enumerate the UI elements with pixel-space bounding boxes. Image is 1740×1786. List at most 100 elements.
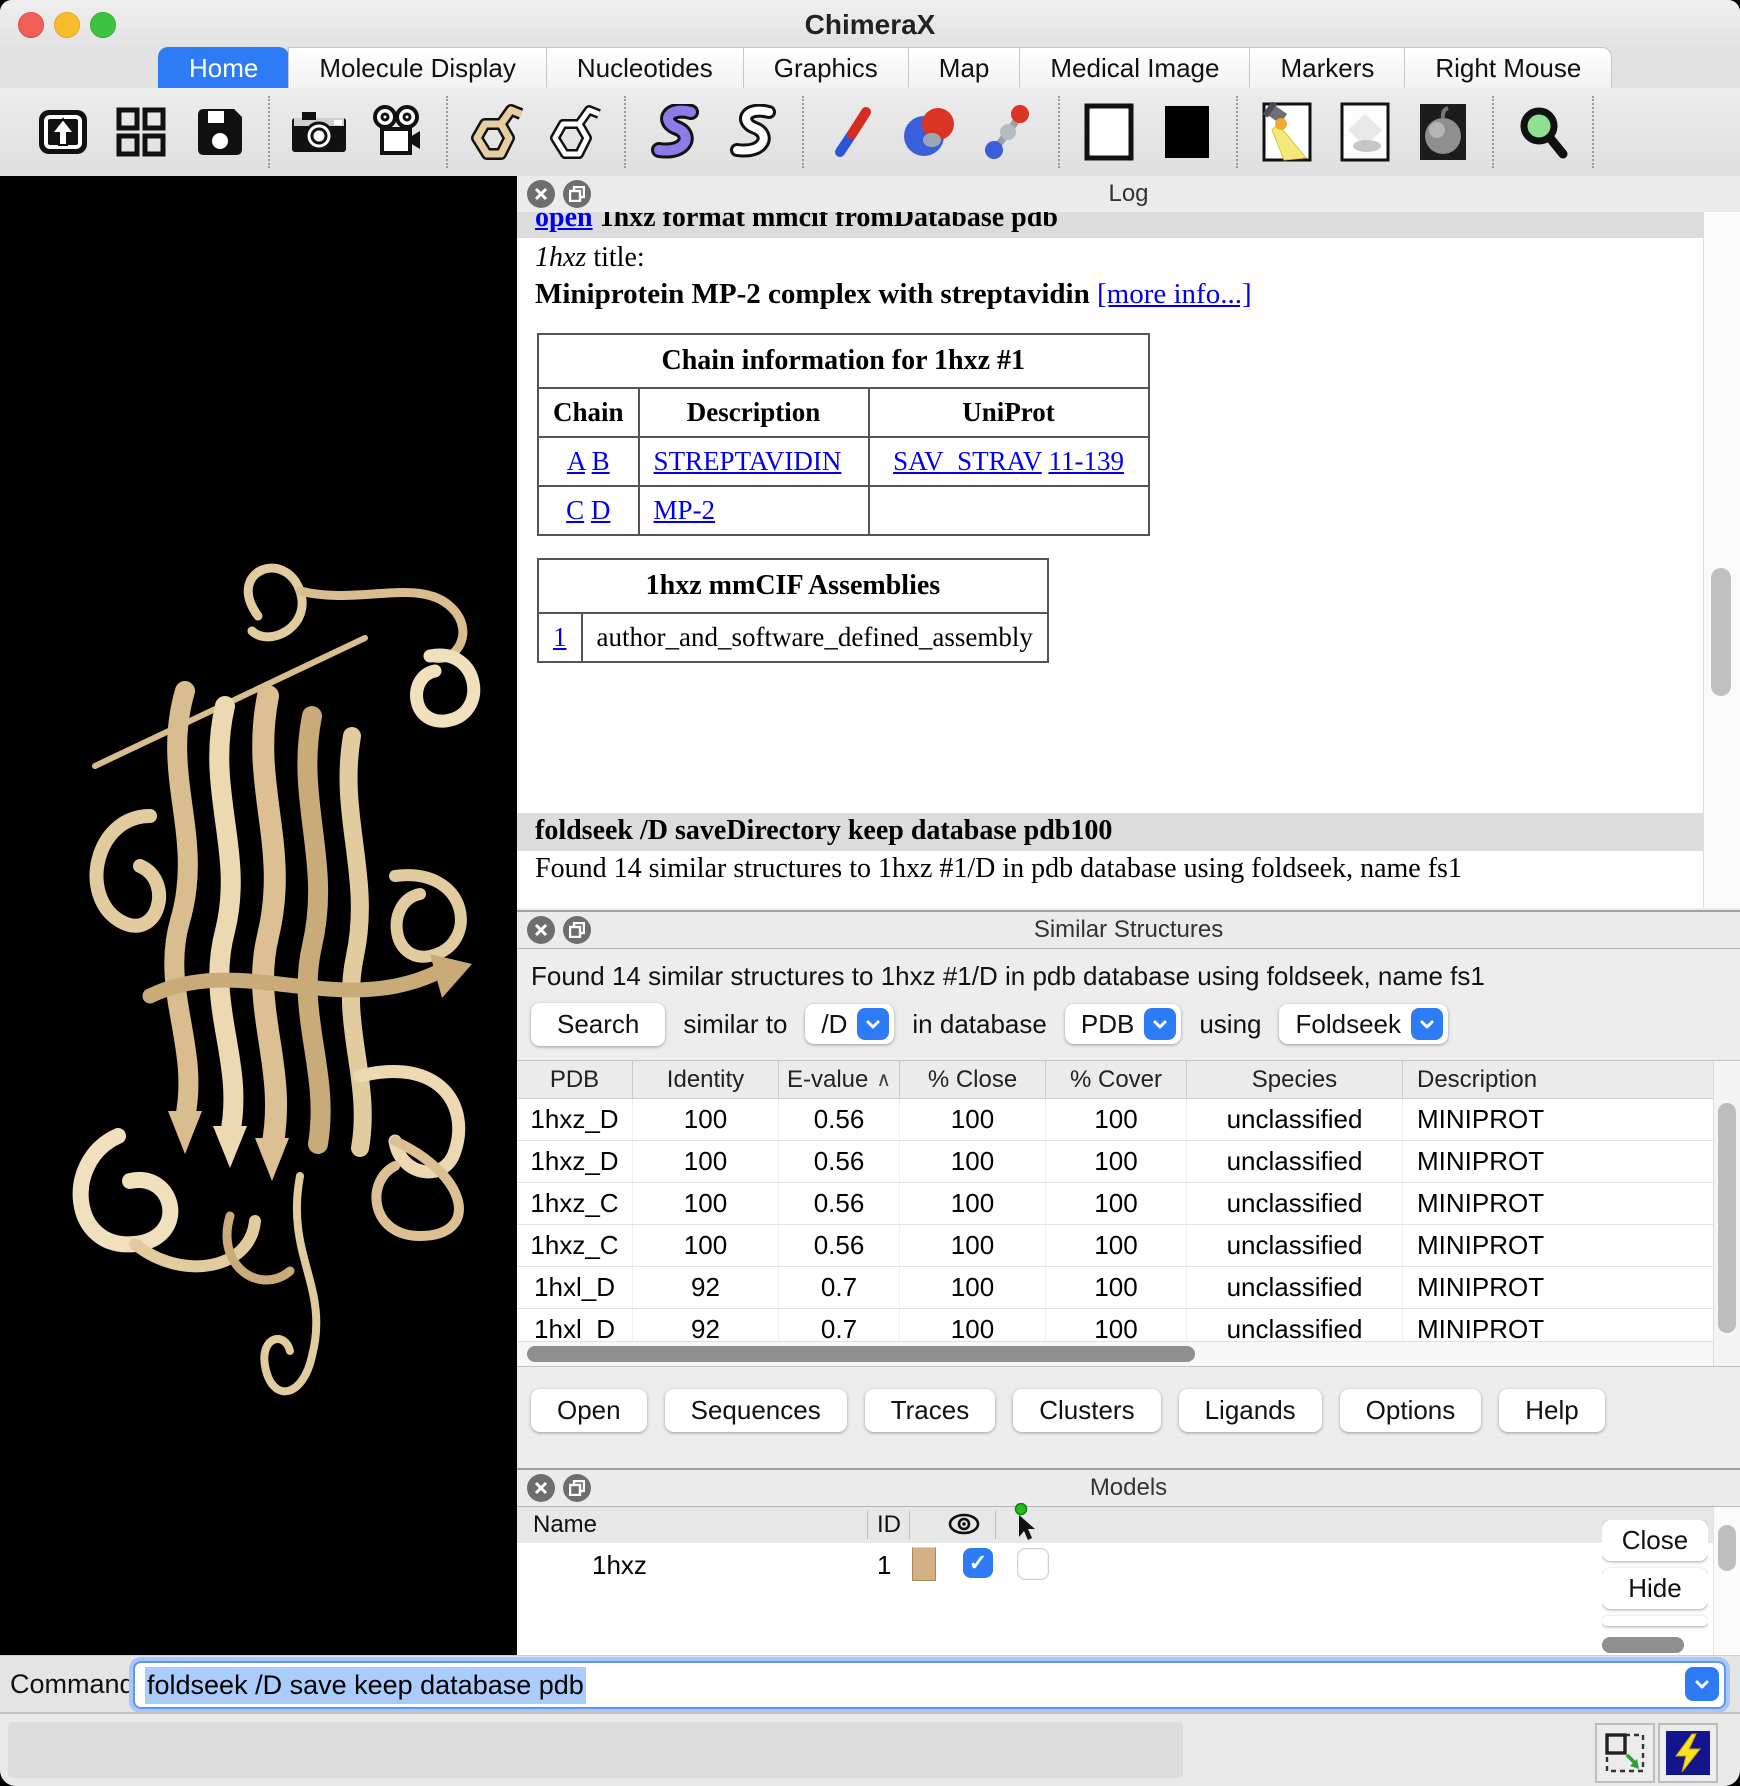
- similar-cell: 100: [633, 1099, 779, 1140]
- hide-atoms-icon[interactable]: [546, 103, 604, 161]
- log-echo-open-rest: 1hxz format mmcif fromDatabase pdb: [593, 212, 1058, 233]
- tab-markers[interactable]: Markers: [1249, 47, 1405, 88]
- models-vscrollbar[interactable]: [1713, 1507, 1740, 1657]
- models-hscrollbar-thumb[interactable]: [1602, 1637, 1684, 1653]
- similar-col-header-species[interactable]: Species: [1187, 1061, 1403, 1098]
- model-color-swatch[interactable]: [912, 1547, 936, 1581]
- snapshot-icon[interactable]: [290, 103, 348, 161]
- similar-table-row[interactable]: 1hxz_D1000.56100100unclassifiedMINIPROT: [517, 1099, 1740, 1141]
- model-shown-checkbox[interactable]: ✓: [963, 1548, 993, 1578]
- side-view-icon[interactable]: [1514, 103, 1572, 161]
- tab-nucleotides[interactable]: Nucleotides: [546, 47, 744, 88]
- similar-hscrollbar[interactable]: [517, 1341, 1714, 1366]
- show-atoms-icon[interactable]: [468, 103, 526, 161]
- similar-table-row[interactable]: 1hxz_C1000.56100100unclassifiedMINIPROT: [517, 1183, 1740, 1225]
- ligands-button[interactable]: Ligands: [1179, 1389, 1322, 1432]
- command-input[interactable]: foldseek /D save keep database pdb: [133, 1661, 1726, 1709]
- model-row-1hxz[interactable]: 1hxz 1 ✓: [517, 1543, 1714, 1587]
- options-button[interactable]: Options: [1340, 1389, 1482, 1432]
- open-icon[interactable]: [34, 103, 92, 161]
- similar-cell: 100: [900, 1183, 1046, 1224]
- similar-table-row[interactable]: 1hxz_D1000.56100100unclassifiedMINIPROT: [517, 1141, 1740, 1183]
- model-selected-checkbox[interactable]: [1017, 1548, 1049, 1580]
- tab-graphics[interactable]: Graphics: [743, 47, 909, 88]
- models-hide-button[interactable]: Hide: [1602, 1568, 1708, 1609]
- save-icon[interactable]: [190, 103, 248, 161]
- similar-col-header--cover[interactable]: % Cover: [1046, 1061, 1187, 1098]
- chain-d-link[interactable]: D: [591, 495, 611, 525]
- similar-table-row[interactable]: 1hxl_D920.7100100unclassifiedMINIPROT: [517, 1267, 1740, 1309]
- log-content[interactable]: open 1hxz format mmcif fromDatabase pdb …: [517, 212, 1704, 908]
- fast-mode-lightning-icon[interactable]: [1658, 1723, 1718, 1783]
- similar-col-header-pdb[interactable]: PDB: [517, 1061, 633, 1098]
- ribbon-tab-bar: HomeMolecule DisplayNucleotidesGraphicsM…: [0, 48, 1740, 88]
- method-dropdown[interactable]: Foldseek: [1279, 1004, 1448, 1044]
- uniprot-name-link[interactable]: SAV_STRAV: [893, 446, 1042, 476]
- tab-molecule-display[interactable]: Molecule Display: [288, 47, 547, 88]
- similar-cell: 92: [633, 1267, 779, 1308]
- models-close-button[interactable]: Close: [1602, 1520, 1708, 1561]
- chain-c-link[interactable]: C: [566, 495, 584, 525]
- similar-cell: 100: [1046, 1141, 1187, 1182]
- tab-medical-image[interactable]: Medical Image: [1019, 47, 1250, 88]
- chain-a-link[interactable]: A: [567, 446, 585, 476]
- similar-vscrollbar-thumb[interactable]: [1718, 1103, 1736, 1333]
- similar-col-header--close[interactable]: % Close: [900, 1061, 1046, 1098]
- command-text-selected: foldseek /D save keep database pdb: [145, 1667, 586, 1704]
- open-button[interactable]: Open: [531, 1389, 647, 1432]
- similar-col-header-identity[interactable]: Identity: [633, 1061, 779, 1098]
- black-background-icon[interactable]: [1158, 103, 1216, 161]
- tab-right-mouse[interactable]: Right Mouse: [1404, 47, 1612, 88]
- similar-vscrollbar[interactable]: [1713, 1061, 1740, 1366]
- models-partial-button[interactable]: [1602, 1616, 1708, 1626]
- recent-files-icon[interactable]: [112, 103, 170, 161]
- full-lighting-icon[interactable]: [1414, 103, 1472, 161]
- more-info-link[interactable]: [more info...]: [1097, 278, 1252, 310]
- similar-cell: 100: [900, 1267, 1046, 1308]
- log-scrollbar-thumb[interactable]: [1711, 568, 1731, 696]
- sequences-button[interactable]: Sequences: [665, 1389, 847, 1432]
- tab-home[interactable]: Home: [158, 47, 289, 88]
- similar-results-table[interactable]: PDB IdentityE-value∧% Close% CoverSpecies…: [517, 1060, 1740, 1367]
- mp2-link[interactable]: MP-2: [654, 495, 716, 525]
- tab-map[interactable]: Map: [908, 47, 1021, 88]
- graphics-viewport[interactable]: [0, 176, 517, 1655]
- similar-cell: 1hxz_D: [517, 1141, 633, 1182]
- uniprot-range-link[interactable]: 11-139: [1048, 446, 1124, 476]
- assemblies-table: 1hxz mmCIF Assemblies 1 author_and_softw…: [537, 558, 1049, 663]
- similar-col-header-label: PDB: [550, 1066, 599, 1094]
- log-title-line: 1hxz title:: [517, 238, 1704, 274]
- soft-lighting-icon[interactable]: [1258, 103, 1316, 161]
- spin-movie-icon[interactable]: [368, 103, 426, 161]
- help-button[interactable]: Help: [1499, 1389, 1604, 1432]
- traces-button[interactable]: Traces: [865, 1389, 996, 1432]
- similar-hscrollbar-thumb[interactable]: [527, 1346, 1195, 1362]
- show-cartoons-icon[interactable]: [646, 103, 704, 161]
- open-command-link[interactable]: open: [535, 212, 593, 233]
- sphere-style-icon[interactable]: [902, 103, 960, 161]
- chain-dropdown[interactable]: /D: [805, 1004, 894, 1044]
- chain-b-link[interactable]: B: [592, 446, 610, 476]
- similar-col-header-e-value[interactable]: E-value∧: [779, 1061, 900, 1098]
- hide-cartoons-icon[interactable]: [724, 103, 782, 161]
- log-scrollbar[interactable]: [1703, 212, 1740, 908]
- simple-lighting-icon[interactable]: [1336, 103, 1394, 161]
- search-button[interactable]: Search: [531, 1003, 665, 1046]
- resize-graphics-icon[interactable]: [1595, 1723, 1655, 1783]
- similar-col-header-description[interactable]: Description: [1403, 1061, 1740, 1098]
- white-background-icon[interactable]: [1080, 103, 1138, 161]
- assembly-1-link[interactable]: 1: [553, 622, 567, 652]
- log-echo-foldseek: foldseek /D saveDirectory keep database …: [517, 813, 1704, 851]
- similar-table-row[interactable]: 1hxz_C1000.56100100unclassifiedMINIPROT: [517, 1225, 1740, 1267]
- command-history-chevron-icon[interactable]: [1685, 1667, 1719, 1701]
- models-vscrollbar-thumb[interactable]: [1718, 1525, 1736, 1571]
- foldseek-result-line: Found 14 similar structures to 1hxz #1/D…: [517, 851, 1704, 885]
- structure-title-text: Miniprotein MP-2 complex with streptavid…: [535, 278, 1097, 310]
- log-echo-open: open 1hxz format mmcif fromDatabase pdb: [517, 212, 1704, 238]
- streptavidin-link[interactable]: STREPTAVIDIN: [654, 446, 842, 476]
- stick-style-icon[interactable]: [824, 103, 882, 161]
- similar-cell: 100: [1046, 1183, 1187, 1224]
- ball-and-stick-style-icon[interactable]: [980, 103, 1038, 161]
- database-dropdown[interactable]: PDB: [1065, 1004, 1181, 1044]
- clusters-button[interactable]: Clusters: [1013, 1389, 1160, 1432]
